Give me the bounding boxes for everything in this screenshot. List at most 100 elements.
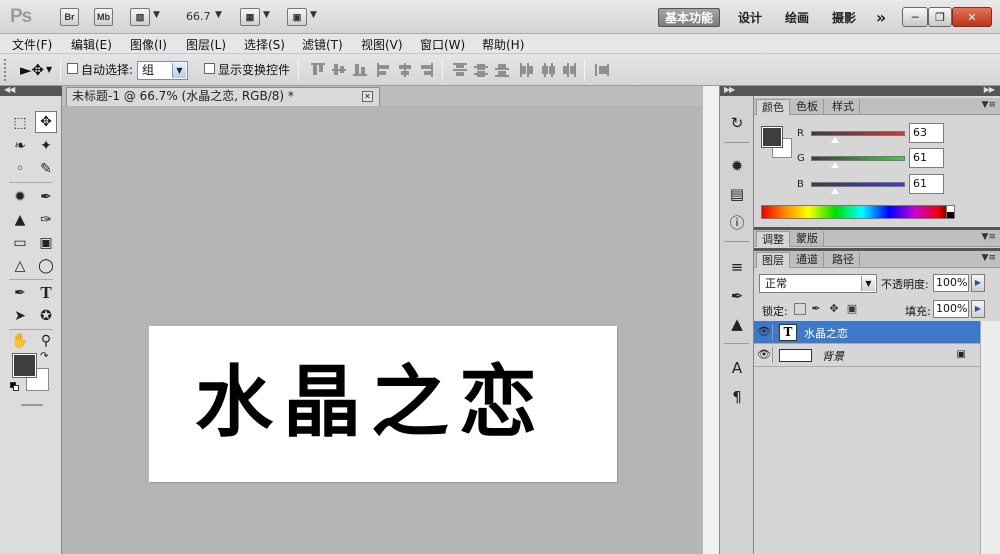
tab-channels[interactable]: 通道 [791,252,824,268]
layer-name[interactable]: 水晶之恋 [804,325,848,341]
more-workspaces-icon[interactable]: » [872,8,890,27]
workspace-essentials[interactable]: 基本功能 [658,8,720,27]
info-panel-icon[interactable]: ⓘ [726,211,748,233]
history-panel-icon[interactable]: ↻ [726,112,748,134]
dock-header[interactable]: ▶▶ [720,85,755,96]
distribute-left-icon[interactable] [519,62,535,77]
auto-select-dropdown[interactable]: 组 ▼ [137,61,188,80]
menu-view[interactable]: 视图(V) [361,36,403,53]
align-right-icon[interactable] [418,62,434,77]
close-icon[interactable]: ✕ [952,7,992,27]
color-spectrum-bar[interactable] [761,205,955,219]
chevron-down-icon[interactable]: ▼ [310,10,317,20]
distribute-bottom-icon[interactable] [494,62,510,77]
path-selection-tool-icon[interactable]: ➤ [9,305,31,327]
crop-tool-icon[interactable]: ◦ [9,158,31,180]
workspace-photography[interactable]: 摄影 [828,8,860,27]
move-tool-icon[interactable]: ✥ [35,111,57,133]
canvas-text-layer[interactable]: 水晶之恋 [195,340,547,452]
red-slider-thumb[interactable] [830,136,840,144]
move-tool-preset-icon[interactable]: ►✥ [20,61,44,79]
zoom-level[interactable]: 66.7 [186,10,211,23]
document-canvas[interactable]: 水晶之恋 [149,326,617,482]
blend-mode-dropdown[interactable]: 正常 ▼ [759,274,877,293]
dodge-tool-icon[interactable]: ◯ [35,255,57,277]
lock-all-icon[interactable]: ▣ [846,303,858,315]
grip-handle[interactable] [4,59,8,81]
tab-swatches[interactable]: 色板 [791,99,824,115]
chevron-down-icon[interactable]: ▼ [215,10,222,20]
green-slider[interactable] [811,156,905,161]
vertical-scrollbar[interactable] [702,86,719,554]
clone-stamp-tool-icon[interactable]: ▲ [9,209,31,231]
workspace-painting[interactable]: 绘画 [781,8,813,27]
tab-color[interactable]: 颜色 [756,99,790,115]
tab-layers[interactable]: 图层 [756,252,790,268]
blur-tool-icon[interactable]: △ [9,255,31,277]
quick-mask-icon[interactable] [21,404,43,406]
menu-help[interactable]: 帮助(H) [482,36,524,53]
canvas-workspace[interactable]: 水晶之恋 [62,106,702,554]
view-extras-icon[interactable]: ▧ [130,8,150,26]
lock-position-icon[interactable]: ✥ [828,303,840,315]
collapse-arrows-icon[interactable]: ▶▶ [984,85,995,94]
marquee-tool-icon[interactable]: ⬚ [9,112,31,134]
tab-styles[interactable]: 样式 [827,99,860,115]
hand-tool-icon[interactable]: ✋ [9,330,31,352]
foreground-color-swatch[interactable] [12,353,37,378]
blue-value-input[interactable]: 61 [909,174,944,194]
black-white-swatch[interactable] [946,205,955,219]
red-value-input[interactable]: 63 [909,123,944,143]
menu-filter[interactable]: 滤镜(T) [302,36,343,53]
align-vertical-center-icon[interactable] [331,62,347,77]
align-bottom-icon[interactable] [352,62,368,77]
opacity-slider-arrow-icon[interactable]: ▶ [971,274,985,292]
history-brush-tool-icon[interactable]: ✑ [35,209,57,231]
expand-arrows-icon[interactable]: ▶▶ [724,85,735,94]
menu-file[interactable]: 文件(F) [12,36,52,53]
fill-slider-arrow-icon[interactable]: ▶ [971,300,985,318]
quick-selection-tool-icon[interactable]: ✦ [35,135,57,157]
align-left-icon[interactable] [376,62,392,77]
minimize-icon[interactable]: ─ [902,7,928,27]
tab-masks[interactable]: 蒙版 [791,231,824,247]
clone-source-panel-icon[interactable]: ▲ [726,313,748,335]
brush-presets-panel-icon[interactable]: ≡ [726,256,748,278]
panels-header[interactable]: ▶▶ [754,85,1000,96]
lock-transparency-icon[interactable] [794,303,806,315]
eye-icon[interactable]: 👁 [756,324,773,340]
pen-tool-icon[interactable]: ✒ [9,282,31,304]
arrange-documents-icon[interactable]: ▦ [240,8,260,26]
lasso-tool-icon[interactable]: ❧ [9,135,31,157]
distribute-vertical-center-icon[interactable] [473,62,489,77]
eye-icon[interactable]: 👁 [756,347,773,363]
restore-icon[interactable]: ❐ [928,7,952,27]
eyedropper-tool-icon[interactable]: ✎ [35,158,57,180]
workspace-design[interactable]: 设计 [734,8,766,27]
layer-row-text[interactable]: 👁 T 水晶之恋 [754,321,980,344]
align-horizontal-center-icon[interactable] [397,62,413,77]
menu-layer[interactable]: 图层(L) [186,36,226,53]
tools-panel-header[interactable]: ◀◀ [0,85,62,96]
brush-tool-icon[interactable]: ✒ [35,186,57,208]
blue-slider[interactable] [811,182,905,187]
panel-menu-icon[interactable]: ▼≡ [982,232,996,242]
panel-menu-icon[interactable]: ▼≡ [982,253,996,263]
navigator-panel-icon[interactable]: ✹ [726,155,748,177]
auto-select-checkbox[interactable] [67,63,78,74]
paragraph-panel-icon[interactable]: ¶ [726,386,748,408]
distribute-right-icon[interactable] [561,62,577,77]
tab-paths[interactable]: 路径 [827,252,860,268]
character-panel-icon[interactable]: A [726,357,748,379]
brush-panel-icon[interactable]: ✒ [726,285,748,307]
histogram-panel-icon[interactable]: ▤ [726,183,748,205]
lock-image-pixels-icon[interactable]: ✒ [810,303,822,315]
distribute-horizontal-center-icon[interactable] [540,62,556,77]
custom-shape-tool-icon[interactable]: ✪ [35,305,57,327]
tab-adjustments[interactable]: 调整 [756,231,790,247]
close-icon[interactable]: ✕ [362,91,373,102]
gradient-tool-icon[interactable]: ▣ [35,232,57,254]
collapse-arrows-icon[interactable]: ◀◀ [4,85,15,94]
layers-scrollbar[interactable] [980,321,1000,554]
menu-select[interactable]: 选择(S) [244,36,285,53]
